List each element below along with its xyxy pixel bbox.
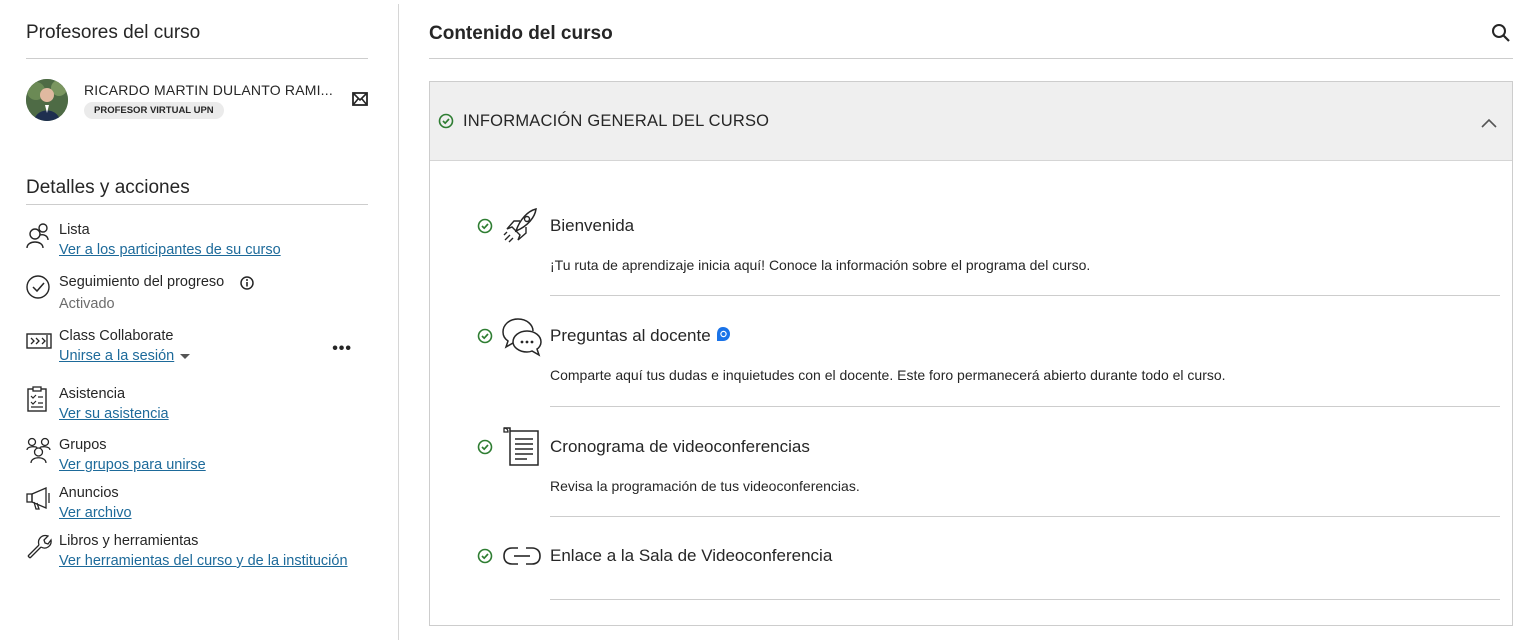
search-icon[interactable] (1491, 23, 1511, 43)
groups-link[interactable]: Ver grupos para unirse (59, 457, 206, 473)
groups-icon (26, 437, 51, 464)
join-session-link[interactable]: Unirse a la sesión (59, 348, 191, 364)
instructors-title: Profesores del curso (26, 22, 201, 43)
divider (429, 58, 1513, 59)
attendance-icon (26, 386, 50, 412)
item-title-link[interactable]: Bienvenida (550, 216, 634, 236)
item-title-link[interactable]: Preguntas al docente (550, 326, 731, 346)
avatar[interactable] (26, 79, 68, 121)
check-circle-icon (477, 328, 493, 344)
roster-link[interactable]: Ver a los participantes de su curso (59, 242, 281, 258)
books-tools-title: Libros y herramientas (59, 533, 199, 549)
instructor-card: RICARDO MARTIN DULANTO RAMI... PROFESOR … (26, 79, 368, 123)
item-description: Revisa la programación de tus videoconfe… (550, 478, 860, 494)
details-title: Detalles y acciones (26, 177, 190, 198)
divider (550, 516, 1500, 517)
content-title: Contenido del curso (429, 23, 613, 44)
progress-title: Seguimiento del progreso (59, 274, 225, 290)
course-content: Contenido del curso INFORMACIÓN GENERAL … (429, 0, 1513, 640)
mail-icon[interactable] (352, 92, 368, 106)
course-sidebar: Profesores del curso RICARDO MARTIN DULA… (26, 0, 368, 640)
check-circle-icon (477, 218, 493, 234)
collaborate-icon (26, 328, 52, 354)
divider (550, 599, 1500, 600)
join-session-label[interactable]: Unirse a la sesión (59, 348, 174, 364)
item-description: ¡Tu ruta de aprendizaje inicia aquí! Con… (550, 257, 1091, 273)
collaborate-title: Class Collaborate (59, 328, 174, 344)
link-icon (502, 537, 541, 575)
rocket-icon (502, 207, 540, 245)
books-tools-link[interactable]: Ver herramientas del curso y de la insti… (59, 553, 348, 569)
folder-header[interactable]: INFORMACIÓN GENERAL DEL CURSO (430, 82, 1512, 161)
more-options-button[interactable]: ••• (332, 340, 352, 358)
announcements-title: Anuncios (59, 485, 119, 501)
check-circle-icon (438, 113, 454, 129)
megaphone-icon (26, 485, 50, 511)
folder-title[interactable]: INFORMACIÓN GENERAL DEL CURSO (463, 112, 769, 131)
document-icon (502, 427, 540, 466)
attendance-link[interactable]: Ver su asistencia (59, 406, 169, 422)
content-folder: INFORMACIÓN GENERAL DEL CURSO Bienvenida… (429, 81, 1513, 626)
divider (26, 204, 368, 205)
attendance-title: Asistencia (59, 386, 126, 402)
item-title[interactable]: Preguntas al docente (550, 326, 711, 345)
discussion-icon (502, 317, 542, 357)
progress-status: Activado (59, 296, 115, 312)
item-title-link[interactable]: Enlace a la Sala de Videoconferencia (550, 546, 832, 566)
divider (26, 58, 368, 59)
chevron-down-icon[interactable] (180, 353, 191, 359)
item-description: Comparte aquí tus dudas e inquietudes co… (550, 367, 1226, 383)
groups-title: Grupos (59, 437, 107, 453)
check-circle-icon (477, 439, 493, 455)
column-divider (398, 4, 399, 640)
chevron-up-icon[interactable] (1480, 116, 1498, 128)
unread-indicator-icon (715, 326, 731, 342)
progress-check-icon (26, 274, 50, 300)
roster-title: Lista (59, 222, 90, 238)
divider (550, 406, 1500, 407)
item-title-link[interactable]: Cronograma de videoconferencias (550, 437, 810, 457)
divider (550, 295, 1500, 296)
roster-icon (26, 222, 50, 249)
wrench-icon (26, 533, 52, 559)
instructor-name: RICARDO MARTIN DULANTO RAMI... (84, 82, 333, 98)
check-circle-icon (477, 548, 493, 564)
role-badge: PROFESOR VIRTUAL UPN (84, 102, 224, 119)
announcements-link[interactable]: Ver archivo (59, 505, 132, 521)
info-icon[interactable] (240, 276, 254, 290)
